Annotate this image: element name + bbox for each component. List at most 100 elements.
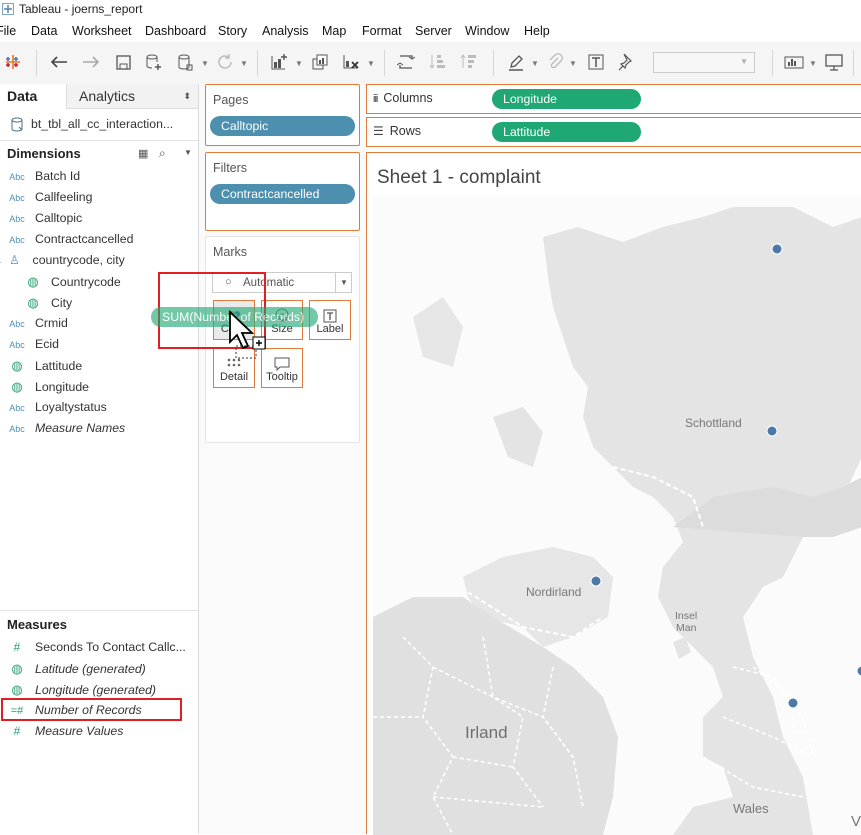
- new-worksheet-icon[interactable]: [268, 51, 290, 73]
- datasource-row[interactable]: bt_tbl_all_cc_interaction...: [0, 112, 198, 138]
- pin-icon[interactable]: [615, 51, 637, 73]
- menu-data[interactable]: Data: [31, 24, 57, 38]
- columns-pill-longitude[interactable]: Longitude: [492, 89, 641, 109]
- chevron-down-icon[interactable]: ▼: [201, 59, 209, 68]
- rows-shelf-label: ☰ Rows: [373, 124, 421, 138]
- swap-icon[interactable]: [395, 51, 417, 73]
- field-label: Batch Id: [35, 169, 81, 183]
- rows-shelf[interactable]: ☰ Rows Lattitude: [366, 117, 861, 147]
- highlight-icon[interactable]: [505, 51, 527, 73]
- map-point[interactable]: [856, 665, 861, 677]
- sort-descending-icon[interactable]: [458, 51, 480, 73]
- back-icon[interactable]: [48, 51, 70, 73]
- marks-detail-label: Detail: [219, 371, 249, 383]
- map-point[interactable]: [771, 243, 783, 255]
- label-icon[interactable]: [585, 51, 607, 73]
- pages-pill-calltopic[interactable]: Calltopic: [210, 116, 355, 136]
- chevron-down-icon[interactable]: ▼: [809, 59, 817, 68]
- columns-shelf[interactable]: iii Columns Longitude: [366, 84, 861, 114]
- field-callfeeling[interactable]: Abc Callfeeling: [0, 187, 92, 208]
- rows-pill-lattitude[interactable]: Lattitude: [492, 122, 641, 142]
- globe-icon: ◍: [11, 661, 23, 676]
- field-label: City: [51, 296, 73, 310]
- expand-chevron-icon[interactable]: ⌄: [0, 256, 3, 266]
- string-icon: Abc: [9, 403, 25, 413]
- filter-pill-contractcancelled[interactable]: Contractcancelled: [210, 184, 355, 204]
- datasource-icon[interactable]: [174, 51, 196, 73]
- duplicate-sheet-icon[interactable]: [309, 51, 331, 73]
- columns-label-text: Columns: [383, 91, 433, 105]
- map-point[interactable]: [766, 425, 778, 437]
- field-label: Measure Values: [35, 724, 124, 738]
- menu-map[interactable]: Map: [322, 24, 346, 38]
- clear-sheet-icon[interactable]: [340, 51, 362, 73]
- chevron-down-icon[interactable]: ▼: [295, 59, 303, 68]
- data-pane: Data Analytics ⬍ bt_tbl_all_cc_interacti…: [0, 84, 199, 834]
- field-seconds-to-contact[interactable]: # Seconds To Contact Callc...: [0, 637, 186, 658]
- field-loyaltystatus[interactable]: Abc Loyaltystatus: [0, 397, 107, 418]
- field-longitude-generated[interactable]: ◍ Longitude (generated): [0, 679, 156, 700]
- marks-tooltip-label: Tooltip: [266, 371, 298, 383]
- menu-server[interactable]: Server: [415, 24, 452, 38]
- toolbar-separator: [493, 50, 494, 76]
- field-hierarchy-countrycode-city[interactable]: ⌄ ♙ countrycode, city: [0, 250, 125, 271]
- menu-file[interactable]: File: [0, 24, 16, 38]
- sort-arrows-icon[interactable]: ⬍: [183, 84, 191, 109]
- field-batch-id[interactable]: Abc Batch Id: [0, 166, 80, 187]
- field-calltopic[interactable]: Abc Calltopic: [0, 208, 82, 229]
- presentation-icon[interactable]: [823, 51, 845, 73]
- search-icon[interactable]: ⌕: [159, 146, 166, 161]
- menu-worksheet[interactable]: Worksheet: [72, 24, 132, 38]
- tab-analytics-label: Analytics: [79, 88, 136, 104]
- map-label-wales: Wales: [733, 801, 769, 816]
- menu-dashboard[interactable]: Dashboard: [145, 24, 206, 38]
- new-datasource-icon[interactable]: [143, 51, 165, 73]
- tab-data[interactable]: Data: [0, 84, 66, 109]
- chevron-down-icon[interactable]: ▼: [367, 59, 375, 68]
- chevron-down-icon[interactable]: ▼: [569, 59, 577, 68]
- map-label-northern-ireland: Nordirland: [526, 585, 582, 599]
- menu-format[interactable]: Format: [362, 24, 402, 38]
- field-countrycode[interactable]: ◍ Countrycode: [16, 271, 120, 292]
- menu-story[interactable]: Story: [218, 24, 247, 38]
- attach-icon[interactable]: [544, 51, 566, 73]
- chevron-down-icon[interactable]: ▼: [240, 59, 248, 68]
- dimensions-heading: Dimensions: [7, 146, 81, 161]
- columns-icon: iii: [373, 93, 378, 105]
- field-measure-values[interactable]: # Measure Values: [0, 721, 124, 742]
- save-icon[interactable]: [112, 51, 134, 73]
- string-icon: Abc: [9, 172, 25, 182]
- refresh-icon[interactable]: [214, 51, 236, 73]
- menu-analysis[interactable]: Analysis: [262, 24, 309, 38]
- map-point[interactable]: [590, 575, 602, 587]
- map-view[interactable]: Schottland Nordirland Insel Man Irland W…: [373, 197, 861, 835]
- field-longitude[interactable]: ◍ Longitude: [0, 376, 89, 397]
- chevron-down-icon[interactable]: ▼: [531, 59, 539, 68]
- field-city[interactable]: ◍ City: [16, 292, 72, 313]
- map-label-isle-of-man-line1: Insel: [675, 610, 698, 622]
- menu-window[interactable]: Window: [465, 24, 509, 38]
- menu-help[interactable]: Help: [524, 24, 550, 38]
- field-contractcancelled[interactable]: Abc Contractcancelled: [0, 229, 133, 250]
- tab-analytics[interactable]: Analytics ⬍: [66, 84, 198, 109]
- chevron-down-icon: ▼: [740, 57, 748, 66]
- string-icon: Abc: [9, 214, 25, 224]
- map-label-ireland: Irland: [465, 723, 508, 742]
- tableau-app-icon: [2, 3, 14, 15]
- show-me-icon[interactable]: [783, 51, 805, 73]
- tableau-logo-icon[interactable]: [2, 51, 24, 73]
- toolbar-separator: [772, 50, 773, 76]
- sort-ascending-icon[interactable]: [427, 51, 449, 73]
- map-point[interactable]: [787, 697, 799, 709]
- string-icon: Abc: [9, 319, 25, 329]
- field-lattitude[interactable]: ◍ Lattitude: [0, 355, 82, 376]
- fit-dropdown[interactable]: ▼: [653, 52, 755, 73]
- sheet-title[interactable]: Sheet 1 - complaint: [377, 167, 541, 189]
- forward-icon[interactable]: [80, 51, 102, 73]
- field-ecid[interactable]: Abc Ecid: [0, 334, 59, 355]
- view-list-icon[interactable]: ▦: [138, 147, 148, 160]
- field-latitude-generated[interactable]: ◍ Latitude (generated): [0, 658, 145, 679]
- chevron-down-icon[interactable]: ▼: [184, 148, 192, 157]
- field-measure-names[interactable]: Abc Measure Names: [0, 418, 125, 439]
- field-crmid[interactable]: Abc Crmid: [0, 313, 68, 334]
